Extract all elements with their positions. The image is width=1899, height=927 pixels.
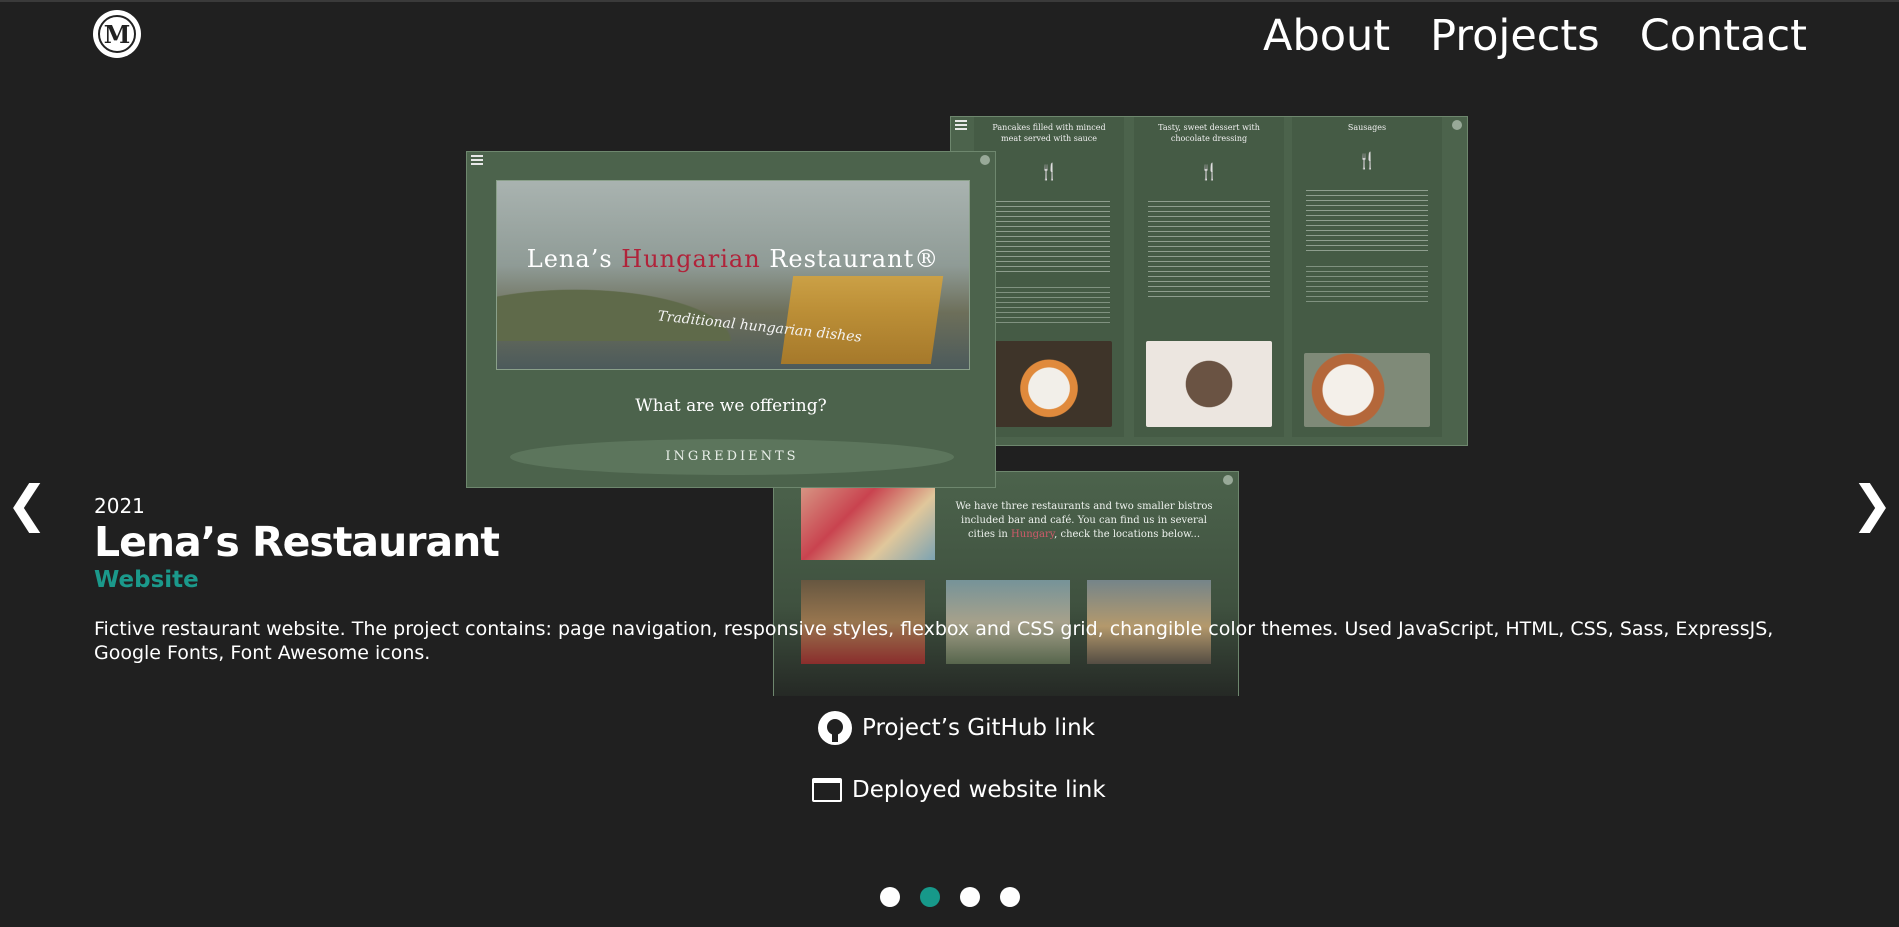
deployed-link[interactable]: Deployed website link xyxy=(812,777,1106,803)
carousel-dots xyxy=(880,887,1020,907)
dish-text xyxy=(1148,201,1270,297)
cutlery-icon: 🍴 xyxy=(1357,151,1377,170)
intro-text-end: , check the locations below... xyxy=(1054,529,1201,540)
tram-shape xyxy=(780,276,944,364)
preview-dishes-screenshot: Pancakes filled with minced meat served … xyxy=(950,116,1468,446)
carousel-prev-arrow[interactable]: ❮ xyxy=(6,476,48,532)
dish-column: Tasty, sweet dessert with chocolate dres… xyxy=(1134,117,1284,437)
nav-about[interactable]: About xyxy=(1263,12,1390,60)
project-year: 2021 xyxy=(94,494,145,518)
dish-text xyxy=(988,287,1110,323)
dish-title: Pancakes filled with minced meat served … xyxy=(992,123,1106,143)
logo-letter: M xyxy=(98,15,136,53)
dish-photo xyxy=(1146,341,1272,427)
logo[interactable]: M xyxy=(93,10,141,58)
dish-photo xyxy=(1304,353,1430,427)
theme-icon xyxy=(980,155,990,165)
carousel-dot-4[interactable] xyxy=(1000,887,1020,907)
locations-intro: We have three restaurants and two smalle… xyxy=(954,500,1214,542)
intro-highlight: Hungary xyxy=(1011,529,1055,540)
cutlery-icon: 🍴 xyxy=(1199,162,1219,181)
deployed-link-label: Deployed website link xyxy=(852,777,1106,803)
hero-photo: Lena’s Hungarian Restaurant® Traditional… xyxy=(496,180,970,370)
theme-icon xyxy=(1452,120,1462,130)
menu-icon xyxy=(955,120,967,130)
carousel-dot-3[interactable] xyxy=(960,887,980,907)
dish-title: Sausages xyxy=(1347,123,1387,132)
dish-text xyxy=(988,201,1110,273)
github-link-label: Project’s GitHub link xyxy=(862,715,1095,741)
dish-column: Sausages 🍴 xyxy=(1292,117,1442,437)
dish-photo xyxy=(986,341,1112,427)
offer-heading: What are we offering? xyxy=(635,396,827,416)
github-icon xyxy=(818,711,852,745)
dish-column: Pancakes filled with minced meat served … xyxy=(974,117,1124,437)
dish-text xyxy=(1306,266,1428,302)
nav-projects[interactable]: Projects xyxy=(1430,12,1600,60)
hill-shape xyxy=(497,281,757,341)
menu-icon xyxy=(471,155,483,165)
preview-hero-screenshot: Lena’s Hungarian Restaurant® Traditional… xyxy=(466,151,996,488)
theme-icon xyxy=(1223,475,1233,485)
project-type: Website xyxy=(94,567,199,593)
nav-contact[interactable]: Contact xyxy=(1640,12,1807,60)
project-title: Lena’s Restaurant xyxy=(94,518,500,566)
hero-title-part: Lena’s xyxy=(526,245,622,273)
top-border xyxy=(0,0,1899,2)
main-nav: About Projects Contact xyxy=(1263,12,1807,60)
hero-title-highlight: Hungarian xyxy=(621,245,761,273)
browser-window-icon xyxy=(812,778,842,802)
dish-title: Tasty, sweet dessert with chocolate dres… xyxy=(1158,123,1260,143)
hero-title: Lena’s Hungarian Restaurant® xyxy=(497,245,969,273)
carousel-next-arrow[interactable]: ❯ xyxy=(1851,476,1893,532)
project-description: Fictive restaurant website. The project … xyxy=(94,618,1774,664)
cutlery-icon: 🍴 xyxy=(1039,162,1059,181)
github-link[interactable]: Project’s GitHub link xyxy=(818,711,1095,745)
registered-mark: ® xyxy=(914,245,940,273)
carousel-dot-1[interactable] xyxy=(880,887,900,907)
ingredients-button: INGREDIENTS xyxy=(510,439,954,475)
hero-title-part: Restaurant xyxy=(760,245,915,273)
carousel-dot-2[interactable] xyxy=(920,887,940,907)
dish-text xyxy=(1306,190,1428,252)
